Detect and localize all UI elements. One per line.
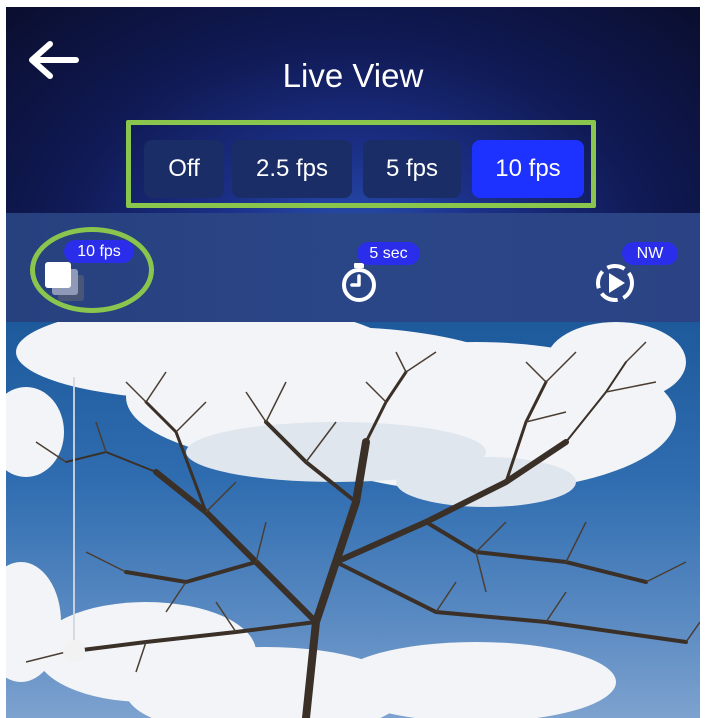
burst-rate-button[interactable]: 10 fps: [36, 223, 146, 313]
timer-badge: 5 sec: [357, 242, 420, 265]
page-title: Live View: [282, 57, 424, 94]
direction-button[interactable]: NW: [586, 223, 686, 313]
header: Live View Off 2.5 fps 5 fps 10 fps: [6, 7, 700, 213]
zoom-slider-handle[interactable]: [63, 640, 85, 662]
camera-live-view-screen: Live View Off 2.5 fps 5 fps 10 fps 10 fp…: [0, 0, 705, 718]
fps-5-button[interactable]: 5 fps: [363, 140, 461, 198]
fps-10-button[interactable]: 10 fps: [472, 140, 584, 198]
fps-2-5-button[interactable]: 2.5 fps: [232, 140, 352, 198]
fps-selector: Off 2.5 fps 5 fps 10 fps: [126, 120, 596, 208]
timer-button[interactable]: 5 sec: [331, 223, 431, 313]
sky-tree-photo: [6, 322, 700, 718]
burst-frames-icon: [45, 262, 84, 301]
compass-direction-icon: [596, 264, 634, 302]
direction-badge: NW: [622, 242, 678, 265]
stopwatch-icon: [342, 263, 376, 302]
fps-off-button[interactable]: Off: [144, 140, 224, 198]
live-view-image[interactable]: [6, 322, 700, 718]
burst-rate-badge: 10 fps: [64, 240, 134, 263]
zoom-slider-track[interactable]: [73, 377, 75, 652]
capture-toolbar: 10 fps 5 sec NW: [6, 213, 700, 322]
